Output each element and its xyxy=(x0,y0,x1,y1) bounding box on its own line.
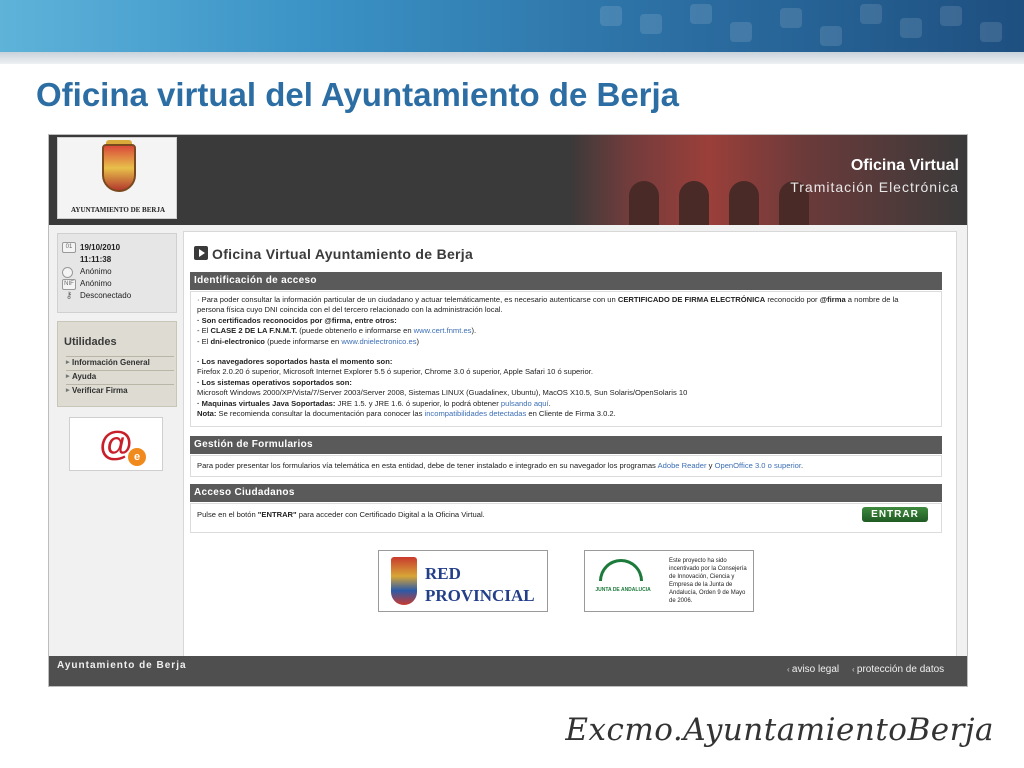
logo-caption: AYUNTAMIENTO DE BERJA xyxy=(71,206,165,214)
slide-banner xyxy=(0,0,1024,52)
calendar-icon: 01 xyxy=(62,242,76,253)
session-date: 19/10/2010 xyxy=(80,243,121,252)
link-cert-fnmt[interactable]: www.cert.fnmt.es xyxy=(414,326,472,335)
header-subtitle: Tramitación Electrónica xyxy=(790,179,959,195)
ident-text: a nombre de la xyxy=(845,295,899,304)
link-pulsando-aqui[interactable]: pulsando aquí xyxy=(501,399,549,408)
section-acceso-header: Acceso Ciudadanos xyxy=(190,484,942,502)
ident-java-text: · Maquinas virtuales Java Soportadas: xyxy=(197,398,336,408)
ident-text: · Para poder consultar la información pa… xyxy=(197,295,618,304)
forms-text: y xyxy=(706,461,715,470)
ident-text: - El xyxy=(197,336,211,346)
forms-text: Para poder presentar los formularios vía… xyxy=(197,461,658,470)
red-provincial-line1: RED xyxy=(425,564,461,583)
main-title: Oficina Virtual Ayuntamiento de Berja xyxy=(212,246,474,262)
ident-text: ). xyxy=(471,326,477,336)
link-openoffice[interactable]: OpenOffice 3.0 o superior xyxy=(715,461,801,470)
ident-dni-text: dni-electronico xyxy=(210,336,265,346)
key-icon: ⚷ xyxy=(65,290,73,300)
junta-project-text: Este proyecto ha sido incentivado por la… xyxy=(669,558,747,604)
session-user: Anónimo xyxy=(80,267,112,276)
ident-text: - El xyxy=(197,326,211,336)
ident-note-label: Nota: xyxy=(197,409,217,419)
red-provincial-logo[interactable]: RED PROVINCIAL xyxy=(378,550,548,612)
ident-firma-text: @firma xyxy=(819,295,846,304)
section-formularios-header: Gestión de Formularios xyxy=(190,436,942,454)
entrar-button[interactable]: ENTRAR xyxy=(862,507,928,522)
forms-text: . xyxy=(800,461,804,470)
id-card-icon: NIF xyxy=(62,279,76,290)
session-status: Desconectado xyxy=(80,291,132,300)
red-provincial-line2: PROVINCIAL xyxy=(425,586,535,605)
arroba-e-logo[interactable]: @ e xyxy=(69,417,163,471)
ident-line: persona física cuyo DNI coincida con el … xyxy=(197,305,503,315)
slide-band xyxy=(0,52,1024,64)
ident-line: · Son certificados reconocidos por @firm… xyxy=(197,315,397,325)
section-acceso-body: Pulse en el botón "ENTRAR" para acceder … xyxy=(190,503,942,533)
ident-line: Microsoft Windows 2000/XP/Vista/7/Server… xyxy=(197,388,688,398)
play-arrow-icon xyxy=(194,246,208,260)
section-identificacion-header: Identificación de acceso xyxy=(190,272,942,290)
header-text: Oficina Virtual Tramitación Electrónica xyxy=(689,157,959,195)
section-identificacion-body: · Para poder consultar la información pa… xyxy=(190,291,942,427)
ident-fnmt-text: CLASE 2 DE LA F.N.M.T. xyxy=(210,326,298,336)
junta-andalucia-icon xyxy=(599,559,643,581)
user-icon xyxy=(62,267,73,278)
link-aviso-legal[interactable]: aviso legal xyxy=(787,664,839,675)
junta-andalucia-banner[interactable]: JUNTA DE ANDALUCIA Este proyecto ha sido… xyxy=(584,550,754,612)
access-entrar-text: "ENTRAR" xyxy=(257,510,297,519)
junta-logo-text: JUNTA DE ANDALUCIA xyxy=(595,587,651,593)
ident-cert-text: CERTIFICADO DE FIRMA ELECTRÓNICA xyxy=(617,295,766,304)
session-time: 11:11:38 xyxy=(80,255,112,264)
session-info-panel: 01 19/10/2010 11:11:38 Anónimo NIF Anóni… xyxy=(57,233,177,313)
link-adobe-reader[interactable]: Adobe Reader xyxy=(658,461,707,470)
website-screenshot: AYUNTAMIENTO DE BERJA Oficina Virtual Tr… xyxy=(48,134,968,687)
coat-of-arms-icon xyxy=(102,144,136,192)
sidebar-item-ayuda[interactable]: Ayuda xyxy=(66,370,174,383)
ident-text: JRE 1.5. y JRE 1.6. ó superior, lo podrá… xyxy=(335,398,501,408)
section-formularios-body: Para poder presentar los formularios vía… xyxy=(190,455,942,477)
ident-text: (puede obtenerlo e informarse en xyxy=(297,326,414,336)
ident-text: . xyxy=(548,398,551,408)
site-header: AYUNTAMIENTO DE BERJA Oficina Virtual Tr… xyxy=(49,135,967,225)
ident-line: · Los sistemas operativos soportados son… xyxy=(197,377,352,387)
sidebar-item-verificar-firma[interactable]: Verificar Firma xyxy=(66,384,174,397)
link-dnielectronico[interactable]: www.dnielectronico.es xyxy=(341,337,416,346)
ident-line: Firefox 2.0.20 ó superior, Microsoft Int… xyxy=(197,367,593,377)
link-proteccion-datos[interactable]: protección de datos xyxy=(852,664,944,675)
utilities-panel: Utilidades Información General Ayuda Ver… xyxy=(57,321,177,407)
utilities-title: Utilidades xyxy=(64,336,117,348)
ident-text: (puede informarse en xyxy=(264,336,342,346)
access-text: Pulse en el botón xyxy=(197,510,258,519)
sidebar-item-informacion-general[interactable]: Información General xyxy=(66,356,174,369)
ident-line: · Los navegadores soportados hasta el mo… xyxy=(197,357,393,367)
ayuntamiento-logo[interactable]: AYUNTAMIENTO DE BERJA xyxy=(57,137,177,219)
slide-footer-signature: Excmo.AyuntamientoBerja xyxy=(565,712,994,748)
footer-brand: Ayuntamiento de Berja xyxy=(57,660,187,671)
e-badge-icon: e xyxy=(128,448,146,466)
access-text: para acceder con Certificado Digital a l… xyxy=(296,510,485,519)
site-footer: Ayuntamiento de Berja aviso legal protec… xyxy=(49,656,967,686)
link-incompatibilidades[interactable]: incompatibilidades detectadas xyxy=(425,409,527,418)
red-provincial-text: RED PROVINCIAL xyxy=(425,563,535,607)
provincial-shield-icon xyxy=(391,557,417,605)
slide-title: Oficina virtual del Ayuntamiento de Berj… xyxy=(36,76,680,113)
ident-text: en Cliente de Firma 3.0.2. xyxy=(526,409,616,419)
ident-text: reconocido por xyxy=(765,295,820,304)
ident-text: ) xyxy=(416,336,420,346)
session-user-id: Anónimo xyxy=(80,279,112,288)
header-title: Oficina Virtual xyxy=(850,157,959,174)
main-content: Oficina Virtual Ayuntamiento de Berja Id… xyxy=(183,231,957,657)
ident-text: Se recomienda consultar la documentación… xyxy=(216,409,425,419)
